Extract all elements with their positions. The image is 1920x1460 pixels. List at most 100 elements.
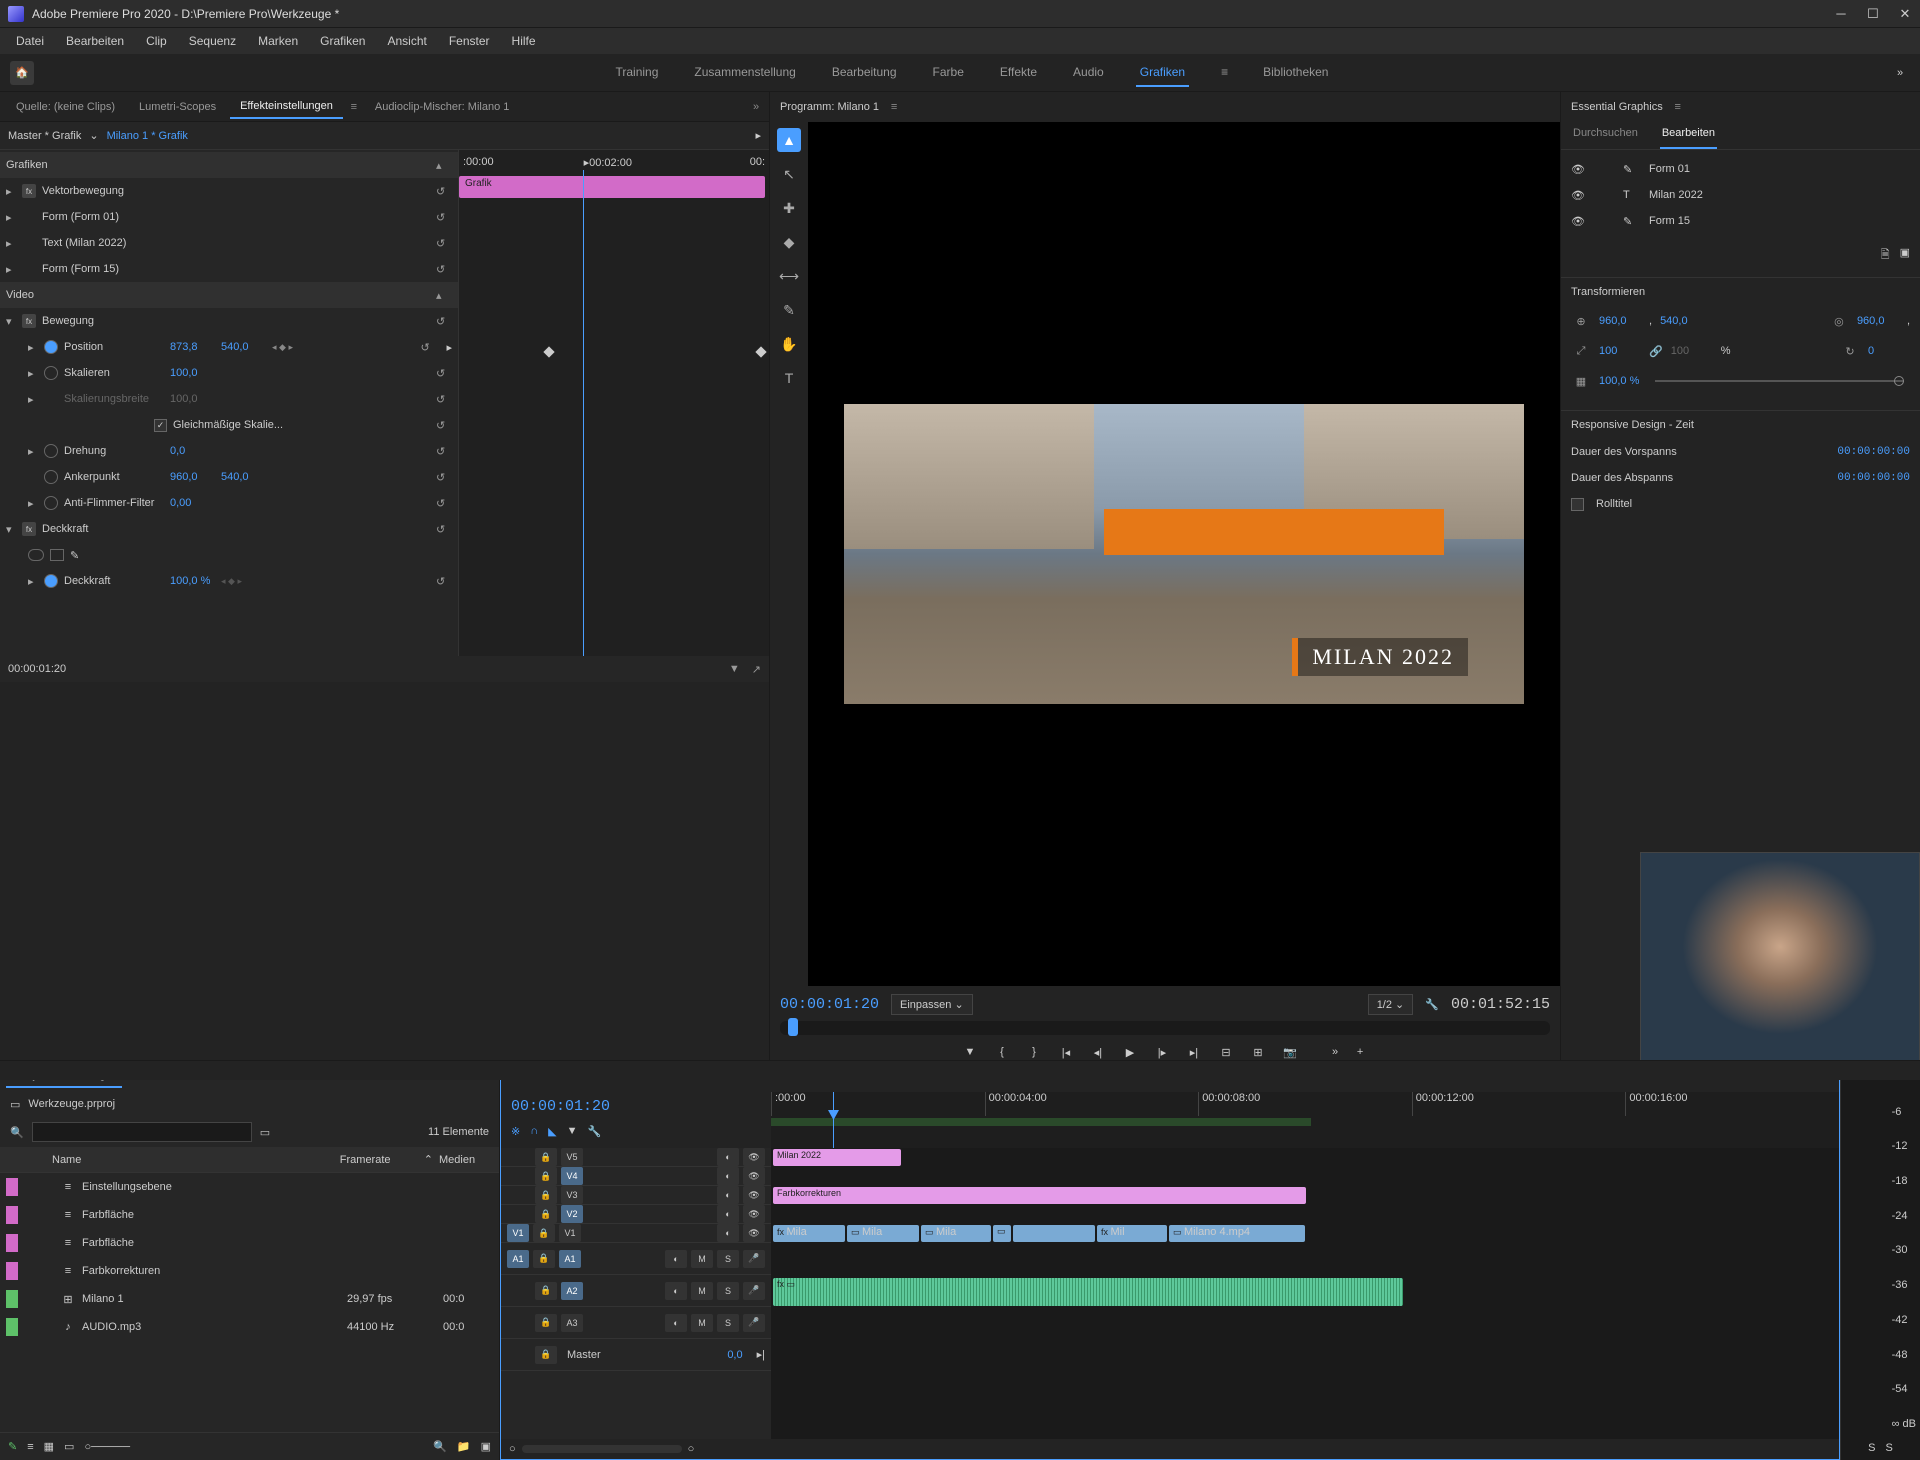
- program-tc-in[interactable]: 00:00:01:20: [780, 996, 879, 1013]
- settings-icon[interactable]: ▼: [567, 1125, 578, 1137]
- layer-form15[interactable]: Form 15: [1649, 215, 1690, 227]
- eg-anchor-x[interactable]: 960,0: [1857, 315, 1899, 327]
- title-overlay[interactable]: MILAN 2022: [1292, 638, 1468, 676]
- solo-right[interactable]: S: [1886, 1442, 1893, 1454]
- lock-icon[interactable]: 🔒: [533, 1224, 555, 1242]
- clip-mila2[interactable]: ▭ Mila: [847, 1225, 919, 1242]
- icon-view-icon[interactable]: ▦: [44, 1440, 54, 1453]
- group-icon[interactable]: ▣: [1900, 246, 1910, 265]
- expand-icon[interactable]: ▸: [28, 445, 38, 458]
- lock-icon[interactable]: 🔒: [535, 1314, 557, 1332]
- tab-effects-menu-icon[interactable]: ≡: [347, 101, 361, 113]
- btn-overflow-icon[interactable]: »: [1332, 1046, 1338, 1058]
- clip-milan-2022[interactable]: Milan 2022: [773, 1149, 901, 1166]
- mute-button[interactable]: M: [691, 1250, 713, 1268]
- prop-form15[interactable]: Form (Form 15): [42, 263, 142, 275]
- bin-view-icon[interactable]: ▭: [260, 1126, 270, 1139]
- fx-icon[interactable]: fx: [22, 184, 36, 198]
- track-v2[interactable]: V2: [561, 1205, 583, 1223]
- project-item[interactable]: ♪AUDIO.mp344100 Hz00:0: [0, 1313, 499, 1341]
- program-scrubber[interactable]: [780, 1021, 1550, 1035]
- stopwatch-icon[interactable]: [44, 496, 58, 510]
- eye-icon[interactable]: 👁: [1571, 163, 1587, 176]
- program-menu-icon[interactable]: ≡: [887, 101, 901, 113]
- section-video[interactable]: Video: [6, 289, 106, 301]
- layer-form01[interactable]: Form 01: [1649, 163, 1690, 175]
- eye-icon[interactable]: 👁: [743, 1224, 765, 1242]
- ws-zusammenstellung[interactable]: Zusammenstellung: [690, 59, 799, 87]
- fx-icon[interactable]: ◐: [665, 1250, 687, 1268]
- lock-icon[interactable]: 🔒: [535, 1205, 557, 1223]
- stopwatch-icon[interactable]: [44, 340, 58, 354]
- lock-icon[interactable]: 🔒: [535, 1346, 557, 1364]
- lift-icon[interactable]: ⊟: [1216, 1042, 1236, 1062]
- clip-mil[interactable]: fx Mil: [1097, 1225, 1167, 1242]
- toggle-icon[interactable]: ◐: [717, 1186, 739, 1204]
- lock-icon[interactable]: 🔒: [533, 1250, 555, 1268]
- zoom-out-icon[interactable]: ○: [509, 1443, 516, 1455]
- solo-button[interactable]: S: [717, 1314, 739, 1332]
- export-frame-icon[interactable]: 📷: [1280, 1042, 1300, 1062]
- tab-audio-mixer[interactable]: Audioclip-Mischer: Milano 1: [365, 96, 520, 118]
- project-item[interactable]: ⊞Milano 129,97 fps00:0: [0, 1285, 499, 1313]
- prop-vektorbewegung[interactable]: Vektorbewegung: [42, 185, 142, 197]
- keyframe-nav[interactable]: ◂ ◆ ▸: [272, 342, 293, 353]
- effects-playhead[interactable]: [583, 170, 584, 656]
- solo-button[interactable]: S: [717, 1250, 739, 1268]
- marker-icon[interactable]: ◣: [548, 1125, 556, 1138]
- stopwatch-icon[interactable]: [44, 470, 58, 484]
- clip-mila1[interactable]: fx Mila: [773, 1225, 845, 1242]
- eg-scale[interactable]: 100: [1599, 345, 1641, 357]
- extract-icon[interactable]: ⊞: [1248, 1042, 1268, 1062]
- clip-milano4[interactable]: ▭ Milano 4.mp4: [1169, 1225, 1305, 1242]
- expand-icon[interactable]: ▸: [28, 497, 38, 510]
- pen-mask-icon[interactable]: ✎: [70, 549, 79, 562]
- wrench-icon[interactable]: 🔧: [1425, 998, 1439, 1011]
- eye-icon[interactable]: 👁: [743, 1205, 765, 1223]
- fx-icon[interactable]: fx: [22, 314, 36, 328]
- ws-training[interactable]: Training: [612, 59, 663, 87]
- toggle-icon[interactable]: ◐: [717, 1224, 739, 1242]
- hand-tool-icon[interactable]: ✋: [777, 332, 801, 356]
- ellipse-mask-icon[interactable]: [28, 549, 44, 561]
- menu-bearbeiten[interactable]: Bearbeiten: [56, 30, 134, 52]
- maximize-button[interactable]: ☐: [1866, 7, 1880, 21]
- expand-icon[interactable]: ▾: [6, 315, 16, 328]
- menu-ansicht[interactable]: Ansicht: [377, 30, 436, 52]
- clip-gap1[interactable]: ▭: [993, 1225, 1011, 1242]
- fx-icon[interactable]: fx: [22, 522, 36, 536]
- rectangle-tool-icon[interactable]: ⟷: [777, 264, 801, 288]
- new-bin-icon[interactable]: 📁: [457, 1440, 471, 1453]
- collapse-icon[interactable]: ▴: [436, 289, 452, 302]
- toggle-icon[interactable]: ◐: [717, 1148, 739, 1166]
- reset-icon[interactable]: ↺: [436, 237, 452, 250]
- eg-menu-icon[interactable]: ≡: [1671, 101, 1685, 113]
- project-search-input[interactable]: [32, 1122, 252, 1142]
- reset-icon[interactable]: ↺: [436, 263, 452, 276]
- outro-value[interactable]: 00:00:00:00: [1837, 472, 1910, 484]
- lock-icon[interactable]: 🔒: [535, 1148, 557, 1166]
- ws-farbe[interactable]: Farbe: [929, 59, 968, 87]
- ws-effekte[interactable]: Effekte: [996, 59, 1041, 87]
- eg-pos-y[interactable]: 540,0: [1660, 315, 1702, 327]
- keyframe-diamond[interactable]: [543, 346, 554, 357]
- new-item-icon[interactable]: ▣: [481, 1440, 491, 1453]
- position-x[interactable]: 873,8: [170, 341, 215, 353]
- menu-clip[interactable]: Clip: [136, 30, 177, 52]
- clip-gap2[interactable]: [1013, 1225, 1095, 1242]
- section-grafiken[interactable]: Grafiken: [6, 159, 106, 171]
- uniform-scale-checkbox[interactable]: ✓: [154, 419, 167, 432]
- track-a1[interactable]: A1: [559, 1250, 581, 1268]
- expand-icon[interactable]: ▸: [6, 185, 16, 198]
- reset-icon[interactable]: ↺: [436, 471, 452, 484]
- home-icon[interactable]: 🏠: [10, 61, 34, 85]
- add-keyframe-icon[interactable]: ▸: [446, 341, 452, 354]
- clip-link[interactable]: Milano 1 * Grafik: [107, 130, 188, 142]
- clip-mila3[interactable]: ▭ Mila: [921, 1225, 991, 1242]
- expand-icon[interactable]: ▸: [6, 263, 16, 276]
- col-medien[interactable]: Medien: [433, 1154, 493, 1166]
- ws-overflow-icon[interactable]: »: [1890, 67, 1910, 79]
- go-end-icon[interactable]: ▸|: [757, 1348, 765, 1361]
- tab-source[interactable]: Quelle: (keine Clips): [6, 96, 125, 118]
- voice-record-icon[interactable]: 🎤: [743, 1314, 765, 1332]
